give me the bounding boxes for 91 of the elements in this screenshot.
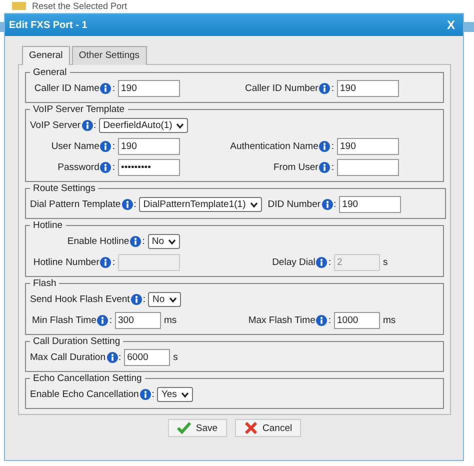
colon: : — [109, 315, 112, 326]
dropdown[interactable]: DeerfieldAuto(1) — [99, 118, 188, 133]
info-icon[interactable] — [319, 141, 330, 152]
group-legend: General — [30, 67, 70, 78]
colon: : — [328, 257, 331, 268]
info-icon[interactable] — [319, 83, 330, 94]
group-legend: VoIP Server Template — [30, 104, 128, 115]
input-field[interactable]: 190 — [337, 80, 399, 97]
group-legend: Echo Cancellation Setting — [30, 373, 145, 384]
field-label: DID Number — [268, 199, 321, 210]
save-button[interactable]: Save — [168, 419, 227, 437]
info-icon[interactable] — [97, 315, 108, 326]
colon: : — [331, 141, 334, 152]
field-label: VoIP Server — [30, 120, 81, 131]
info-icon[interactable] — [316, 257, 328, 268]
unit-label: s — [173, 352, 179, 363]
unit-label: ms — [164, 315, 178, 326]
colon: : — [118, 352, 122, 363]
group-legend: Call Duration Setting — [30, 336, 124, 347]
colon: : — [142, 236, 145, 247]
colon: : — [152, 389, 154, 400]
colon: : — [112, 257, 115, 268]
dropdown[interactable]: DialPatternTemplate1(1) — [139, 197, 262, 212]
field-label: From User — [273, 162, 318, 173]
field-label: Dial Pattern Template — [30, 199, 121, 210]
info-icon[interactable] — [100, 83, 112, 94]
info-icon[interactable] — [106, 352, 118, 363]
colon: : — [134, 199, 136, 210]
colon: : — [334, 199, 336, 210]
tab[interactable]: General — [22, 46, 70, 65]
folder-icon — [12, 2, 26, 10]
field-label: Delay Dial — [272, 257, 316, 268]
unit-label: ms — [383, 315, 397, 326]
info-icon[interactable] — [316, 315, 328, 326]
input-field[interactable]: 300 — [115, 312, 161, 329]
colon: : — [94, 120, 96, 131]
info-icon[interactable] — [82, 120, 93, 131]
caret-icon — [180, 392, 189, 398]
dropdown[interactable]: No — [148, 292, 181, 307]
input-field[interactable]: ••••••••• — [118, 159, 180, 176]
tab[interactable]: Other Settings — [72, 46, 147, 65]
group-legend: Flash — [30, 278, 60, 289]
info-icon[interactable] — [140, 389, 151, 400]
group-legend: Hotline — [30, 220, 66, 231]
field-label: Enable Echo Cancellation — [30, 389, 139, 400]
colon: : — [112, 83, 115, 94]
caret-icon — [176, 122, 184, 128]
check-icon — [176, 422, 191, 434]
colon: : — [142, 294, 146, 305]
caret-icon — [250, 202, 258, 208]
input-field[interactable]: 6000 — [124, 349, 170, 366]
cancel-button[interactable]: Cancel — [234, 419, 302, 437]
unit-label: s — [383, 257, 389, 268]
input-field[interactable]: 190 — [337, 138, 399, 155]
colon: : — [112, 141, 115, 152]
field-label: Enable Hotline — [67, 236, 130, 247]
caret-icon — [168, 296, 177, 302]
info-icon[interactable] — [100, 257, 112, 268]
reset-port-link[interactable]: Reset the Selected Port — [32, 1, 128, 11]
field-label: Max Flash Time — [248, 315, 316, 326]
info-icon[interactable] — [100, 141, 112, 152]
colon: : — [328, 315, 331, 326]
field-label: Min Flash Time — [32, 315, 96, 326]
dropdown[interactable]: Yes — [157, 387, 193, 402]
info-icon[interactable] — [100, 162, 112, 173]
dropdown[interactable]: No — [148, 234, 180, 249]
field-label: Caller ID Name — [34, 83, 100, 94]
field-label: Password — [58, 162, 100, 173]
input-field[interactable]: 190 — [339, 196, 402, 213]
caret-icon — [168, 238, 176, 244]
field-label: Caller ID Number — [244, 83, 318, 94]
colon: : — [112, 162, 115, 173]
info-icon[interactable] — [319, 162, 330, 173]
window-title: Edit FXS Port - 1 — [9, 20, 88, 30]
colon: : — [331, 83, 334, 94]
input-field[interactable] — [337, 159, 399, 176]
x-icon — [244, 422, 258, 434]
field-label: Max Call Duration — [30, 352, 106, 363]
info-icon[interactable] — [322, 199, 333, 210]
input-field[interactable]: 1000 — [334, 312, 380, 329]
info-icon[interactable] — [130, 294, 142, 305]
info-icon[interactable] — [122, 199, 133, 210]
field-label: Send Hook Flash Event — [30, 294, 130, 305]
field-label: Authentication Name — [230, 141, 318, 152]
input-field[interactable]: 190 — [118, 80, 180, 97]
field-label: User Name — [51, 141, 100, 152]
field-label: Hotline Number — [33, 257, 100, 268]
group-legend: Route Settings — [30, 183, 98, 194]
input-field[interactable]: 190 — [118, 138, 180, 155]
colon: : — [331, 162, 334, 173]
info-icon[interactable] — [130, 236, 142, 247]
